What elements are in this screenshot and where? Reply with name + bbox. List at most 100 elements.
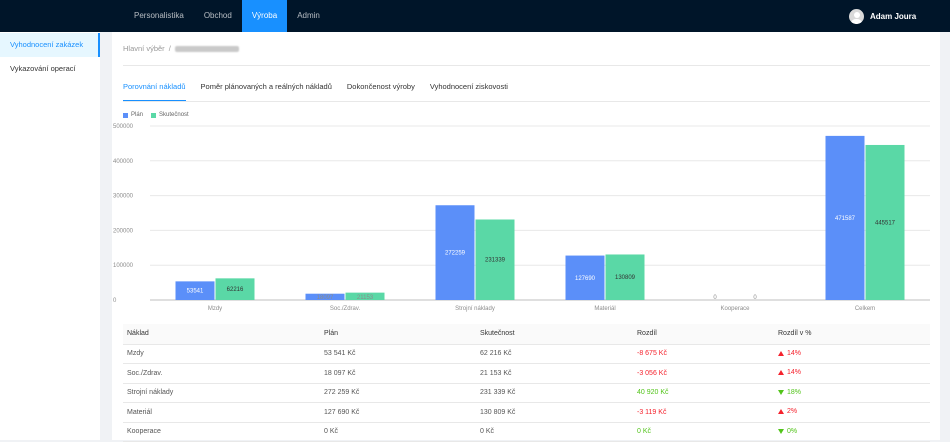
tabs-divider: [123, 101, 930, 102]
user-menu[interactable]: Adam Joura: [849, 8, 916, 24]
table-row: Soc./Zdrav. 18 097 Kč 21 153 Kč -3 056 Kč 14…: [123, 363, 930, 384]
bar-value-label: 445517: [875, 220, 896, 226]
sidebar: Vyhodnocení zakázek Vykazování operací: [0, 32, 100, 440]
pct-value: 2%: [787, 408, 798, 416]
breadcrumb-separator: /: [168, 44, 171, 53]
caret-down-icon: [778, 428, 784, 434]
col-header-naklad: Náklad: [123, 324, 320, 345]
legend-label-plan: Plán: [131, 112, 144, 118]
x-tick-label: Strojní náklady: [455, 306, 495, 312]
top-bar: Personalistika Obchod Výroba Admin Adam …: [0, 0, 950, 32]
user-avatar-icon[interactable]: [849, 8, 864, 24]
caret-up-icon: [778, 409, 784, 415]
x-tick-label: Mzdy: [208, 306, 222, 312]
topnav-personalistika[interactable]: Personalistika: [124, 0, 194, 32]
x-tick-label: Kooperace: [720, 306, 750, 312]
chart-legend: Plán Skutečnost: [123, 112, 197, 118]
cell-naklad: Kooperace: [123, 422, 320, 442]
cell-skutecnost: 231 339 Kč: [476, 383, 633, 403]
topnav-vyroba[interactable]: Výroba: [241, 0, 288, 32]
cell-skutecnost: 62 216 Kč: [476, 344, 633, 364]
legend-item-skutecnost[interactable]: Skutečnost: [151, 112, 189, 118]
tab-dokoncenost-vyroby[interactable]: Dokončenost výroby: [347, 82, 415, 101]
pct-indicator: 14%: [778, 369, 801, 376]
table-header-row: Náklad Plán Skutečnost Rozdíl Rozdíl v %: [123, 324, 930, 345]
caret-down-icon: [778, 389, 784, 395]
col-header-rozdil-pct: Rozdíl v %: [774, 324, 930, 345]
col-header-plan: Plán: [320, 324, 476, 345]
y-tick-label: 200000: [113, 228, 134, 234]
cell-plan: 272 259 Kč: [320, 383, 476, 403]
cell-rozdil: 0 Kč: [633, 422, 774, 442]
y-tick-label: 400000: [113, 159, 134, 165]
cell-rozdil: -8 675 Kč: [633, 344, 774, 364]
sidebar-item-vyhodnoceni-zakazek[interactable]: Vyhodnocení zakázek: [0, 33, 100, 57]
breadcrumb-root[interactable]: Hlavní výběr: [123, 44, 165, 53]
cell-rozdil-pct: 14%: [774, 344, 930, 364]
caret-up-icon: [778, 370, 784, 376]
pct-indicator: 2%: [778, 408, 797, 415]
sidebar-item-vykazovani-operaci[interactable]: Vykazování operací: [0, 57, 100, 81]
cell-plan: 18 097 Kč: [320, 363, 476, 384]
cell-naklad: Mzdy: [123, 344, 320, 364]
cell-rozdil: 40 920 Kč: [633, 383, 774, 403]
legend-swatch-plan: [123, 112, 128, 118]
cell-rozdil-pct: 14%: [774, 363, 930, 384]
bar-value-label: 130809: [615, 275, 636, 281]
bar-value-label: 53541: [187, 289, 204, 295]
table-row: Strojní náklady 272 259 Kč 231 339 Kč 40 92…: [123, 383, 930, 403]
y-tick-label: 0: [113, 298, 117, 304]
cell-skutecnost: 0 Kč: [476, 422, 633, 442]
cell-rozdil-pct: 18%: [774, 383, 930, 403]
y-tick-label: 500000: [113, 124, 134, 130]
legend-label-skutecnost: Skutečnost: [159, 112, 189, 118]
main-content: Hlavní výběr / Porovnání nákladů Poměr p…: [112, 32, 940, 442]
bar-value-label: 62216: [227, 287, 244, 293]
topnav-obchod[interactable]: Obchod: [194, 0, 242, 32]
cost-comparison-chart: 0 100000 200000 300000 400000 500000 53541 6221…: [113, 124, 930, 312]
bar-value-label: 471587: [835, 216, 856, 222]
top-nav: Personalistika Obchod Výroba Admin: [124, 0, 330, 32]
table-row: Kooperace 0 Kč 0 Kč 0 Kč 0%: [123, 422, 930, 442]
x-tick-label: Soc./Zdrav.: [330, 306, 361, 312]
bar-value-label: 272259: [445, 251, 466, 257]
pct-indicator: 18%: [778, 389, 801, 396]
tab-vyhodnoceni-ziskovosti[interactable]: Vyhodnocení ziskovosti: [430, 82, 508, 101]
cell-skutecnost: 21 153 Kč: [476, 363, 633, 384]
table-row: Mzdy 53 541 Kč 62 216 Kč -8 675 Kč 14%: [123, 344, 930, 364]
legend-item-plan[interactable]: Plán: [123, 112, 143, 118]
pct-value: 0%: [787, 427, 798, 435]
cell-naklad: Strojní náklady: [123, 383, 320, 403]
cell-naklad: Soc./Zdrav.: [123, 363, 320, 384]
breadcrumb: Hlavní výběr /: [123, 44, 239, 53]
y-tick-label: 300000: [113, 194, 134, 200]
cell-skutecnost: 130 809 Kč: [476, 402, 633, 423]
cell-plan: 127 690 Kč: [320, 402, 476, 423]
user-name[interactable]: Adam Joura: [870, 12, 916, 21]
cell-rozdil-pct: 2%: [774, 402, 930, 423]
cell-plan: 53 541 Kč: [320, 344, 476, 364]
y-tick-label: 100000: [113, 263, 134, 269]
x-tick-label: Materiál: [594, 306, 615, 312]
x-tick-label: Celkem: [855, 306, 875, 312]
tab-pomer-nakladu[interactable]: Poměr plánovaných a reálných nákladů: [201, 82, 332, 101]
legend-swatch-skutecnost: [151, 112, 157, 118]
pct-indicator: 14%: [778, 350, 801, 357]
caret-up-icon: [778, 350, 784, 356]
cell-rozdil: -3 056 Kč: [633, 363, 774, 384]
cell-rozdil: -3 119 Kč: [633, 402, 774, 423]
tab-porovnani-nakladu[interactable]: Porovnání nákladů: [123, 82, 186, 101]
cell-rozdil-pct: 0%: [774, 422, 930, 442]
bar-value-label: 21153: [357, 295, 374, 301]
cost-table: Náklad Plán Skutečnost Rozdíl Rozdíl v %…: [123, 324, 930, 442]
pct-indicator: 0%: [778, 428, 797, 435]
breadcrumb-divider: [123, 65, 930, 66]
tab-bar: Porovnání nákladů Poměr plánovaných a re…: [123, 82, 523, 102]
pct-value: 14%: [787, 369, 802, 377]
col-header-skutecnost: Skutečnost: [476, 324, 633, 345]
topnav-admin[interactable]: Admin: [287, 0, 330, 32]
bar-value-label: 18097: [317, 295, 334, 301]
cell-plan: 0 Kč: [320, 422, 476, 442]
cell-naklad: Materiál: [123, 402, 320, 423]
pct-value: 18%: [787, 388, 802, 396]
